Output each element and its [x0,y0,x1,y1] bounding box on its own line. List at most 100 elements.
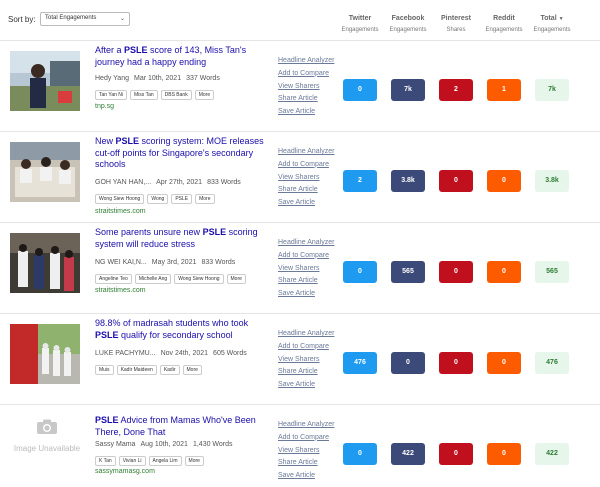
tag[interactable]: Miss Tan [130,90,158,100]
tag[interactable]: Kadir Maideen [116,365,157,375]
save-article-link[interactable]: Save Article [278,470,334,483]
reddit-engagements-badge[interactable]: 0 [487,170,521,192]
tag[interactable]: Angeline Teo [95,274,132,284]
pinterest-shares-badge[interactable]: 2 [439,79,473,101]
tag[interactable]: Wong Siew Hoong [174,274,224,284]
toolbar: Sort by: Total Engagements ⌄ Twitter Eng… [0,0,600,40]
save-article-link[interactable]: Save Article [278,106,334,119]
tag-more[interactable]: More [194,90,215,100]
article-word-count: 833 Words [201,259,236,266]
reddit-engagements-badge[interactable]: 1 [487,79,521,101]
reddit-engagements-badge[interactable]: 0 [487,443,521,465]
article-title-link[interactable]: 98.8% of madrasah students who took PSLE… [95,318,270,341]
article-thumbnail[interactable] [10,324,80,384]
pinterest-shares-badge[interactable]: 0 [439,170,473,192]
view-sharers-link[interactable]: View Sharers [278,445,334,458]
tag-more[interactable]: More [182,365,202,375]
save-article-link[interactable]: Save Article [278,288,334,301]
twitter-engagements-badge[interactable]: 0 [343,79,377,101]
add-to-compare-link[interactable]: Add to Compare [278,250,334,263]
pinterest-shares-badge[interactable]: 0 [439,352,473,374]
share-article-link[interactable]: Share Article [278,184,334,197]
view-sharers-link[interactable]: View Sharers [278,354,334,367]
tag-more[interactable]: More [184,456,204,466]
column-header-pinterest[interactable]: Pinterest Shares [431,14,481,35]
headline-analyzer-link[interactable]: Headline Analyzer [278,419,334,432]
tag[interactable]: Muis [95,365,114,375]
article-title-link[interactable]: PSLE Advice from Mamas Who've Been There… [95,415,270,438]
tag-more[interactable]: More [195,194,215,204]
reddit-engagements-badge[interactable]: 0 [487,261,521,283]
article-actions: Headline Analyzer Add to Compare View Sh… [278,146,334,210]
article-thumbnail[interactable] [10,51,80,111]
headline-analyzer-link[interactable]: Headline Analyzer [278,55,334,68]
save-article-link[interactable]: Save Article [278,379,334,392]
tag-more[interactable]: More [226,274,246,284]
facebook-engagements-badge[interactable]: 7k [391,79,425,101]
column-header-facebook[interactable]: Facebook Engagements [383,14,433,35]
pinterest-shares-badge[interactable]: 0 [439,261,473,283]
headline-analyzer-link[interactable]: Headline Analyzer [278,237,334,250]
twitter-engagements-badge[interactable]: 2 [343,170,377,192]
article-domain-link[interactable]: straitstimes.com [95,208,146,215]
headline-analyzer-link[interactable]: Headline Analyzer [278,146,334,159]
share-article-link[interactable]: Share Article [278,366,334,379]
article-date: Mar 10th, 2021 [134,75,182,82]
share-article-link[interactable]: Share Article [278,457,334,470]
article-meta: GOH YAN HAN,... Apr 27th, 2021 833 Words [95,179,246,186]
article-title-link[interactable]: New PSLE scoring system: MOE releases cu… [95,136,270,171]
article-domain-link[interactable]: straitstimes.com [95,287,146,294]
tag[interactable]: DBS Bank [160,90,192,100]
facebook-engagements-badge[interactable]: 3.8k [391,170,425,192]
tag[interactable]: Kadir [159,365,180,375]
add-to-compare-link[interactable]: Add to Compare [278,68,334,81]
facebook-engagements-badge[interactable]: 0 [391,352,425,374]
article-title-link[interactable]: After a PSLE score of 143, Miss Tan's jo… [95,45,270,68]
column-header-total[interactable]: Total ▼ Engagements [527,14,577,35]
add-to-compare-link[interactable]: Add to Compare [278,159,334,172]
pinterest-shares-badge[interactable]: 0 [439,443,473,465]
sort-select[interactable]: Total Engagements ⌄ [40,12,130,26]
share-article-link[interactable]: Share Article [278,275,334,288]
tag[interactable]: Vivian Li [118,456,146,466]
column-header-twitter[interactable]: Twitter Engagements [335,14,385,35]
facebook-engagements-badge[interactable]: 422 [391,443,425,465]
twitter-engagements-badge[interactable]: 0 [343,443,377,465]
view-sharers-link[interactable]: View Sharers [278,172,334,185]
view-sharers-link[interactable]: View Sharers [278,263,334,276]
article-domain-link[interactable]: tnp.sg [95,103,114,110]
tag[interactable]: Wong Siew Hoong [95,194,145,204]
article-thumbnail[interactable] [10,233,80,293]
article-thumbnail[interactable] [10,142,80,202]
sort-selected-value: Total Engagements [45,15,97,21]
article-row: Some parents unsure new PSLE scoring sys… [0,222,600,313]
total-engagements-badge: 3.8k [535,170,569,192]
headline-analyzer-link[interactable]: Headline Analyzer [278,328,334,341]
add-to-compare-link[interactable]: Add to Compare [278,432,334,445]
thumbnail-image-classroom [10,142,80,202]
article-domain-link[interactable]: sassymamasg.com [95,468,155,475]
sort-desc-icon: ▼ [558,16,564,22]
total-engagements-badge: 422 [535,443,569,465]
tag[interactable]: K Tan [95,456,116,466]
tag[interactable]: PSLE [171,194,193,204]
tag[interactable]: Michelle Ang [134,274,172,284]
article-author: Hedy Yang [95,75,129,82]
save-article-link[interactable]: Save Article [278,197,334,210]
facebook-engagements-badge[interactable]: 565 [391,261,425,283]
add-to-compare-link[interactable]: Add to Compare [278,341,334,354]
tag[interactable]: Wong [147,194,169,204]
tag[interactable]: Angela Lim [148,456,182,466]
share-article-link[interactable]: Share Article [278,93,334,106]
column-header-reddit[interactable]: Reddit Engagements [479,14,529,35]
article-meta: Hedy Yang Mar 10th, 2021 337 Words [95,75,225,82]
article-actions: Headline Analyzer Add to Compare View Sh… [278,237,334,301]
thumbnail-image-madrasah [10,324,80,384]
article-row: New PSLE scoring system: MOE releases cu… [0,131,600,222]
view-sharers-link[interactable]: View Sharers [278,81,334,94]
twitter-engagements-badge[interactable]: 476 [343,352,377,374]
twitter-engagements-badge[interactable]: 0 [343,261,377,283]
reddit-engagements-badge[interactable]: 0 [487,352,521,374]
article-title-link[interactable]: Some parents unsure new PSLE scoring sys… [95,227,270,250]
tag[interactable]: Tan Yan Ni [95,90,127,100]
